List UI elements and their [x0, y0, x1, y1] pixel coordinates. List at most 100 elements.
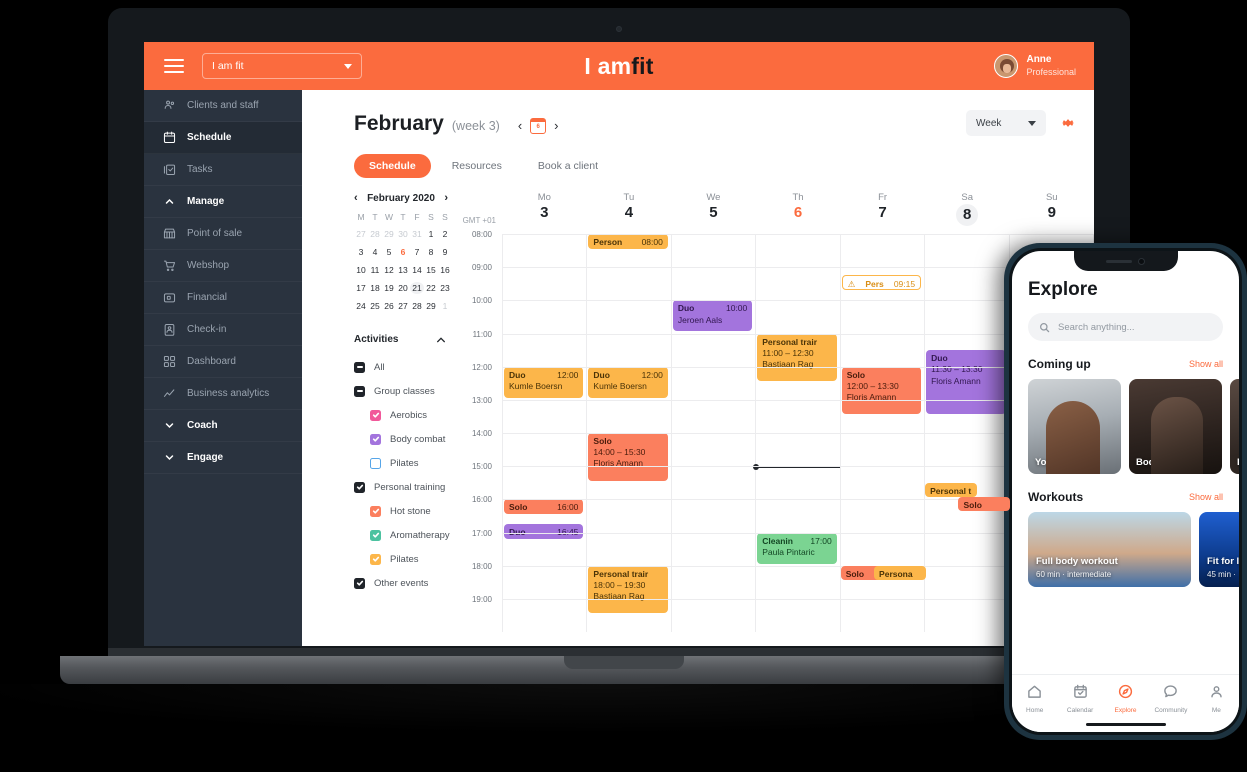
calendar-event[interactable]: Solo 16:00 [504, 499, 584, 514]
calendar-day-sa[interactable]: Sa 8 [925, 192, 1010, 234]
sidebar-item-schedule[interactable]: Schedule [144, 122, 302, 154]
activity-filter-all[interactable]: All [354, 355, 452, 379]
mini-cal-day[interactable]: 28 [410, 300, 424, 312]
mini-cal-day[interactable]: 1 [438, 300, 452, 312]
phone-nav-home[interactable]: Home [1012, 684, 1057, 714]
mini-cal-day[interactable]: 16 [438, 264, 452, 276]
calendar-event[interactable]: Persona [874, 565, 926, 581]
mini-cal-day[interactable]: 2 [438, 228, 452, 240]
calendar-day-tu[interactable]: Tu 4 [587, 192, 672, 234]
phone-nav-explore[interactable]: Explore [1103, 684, 1148, 714]
today-calendar-icon[interactable]: 6 [530, 117, 547, 134]
calendar-day-mo[interactable]: Mo 3 [502, 192, 587, 234]
activity-filter-aerobics[interactable]: Aerobics [354, 403, 452, 427]
calendar-event[interactable]: Personal trair 11:00 – 12:30 Bastiaan Rag [757, 333, 837, 382]
explore-card[interactable]: Yoga [1028, 379, 1121, 474]
mini-cal-day[interactable]: 29 [382, 228, 396, 240]
explore-card[interactable]: Body combat [1129, 379, 1222, 474]
mini-cal-day[interactable]: 17 [354, 282, 368, 294]
activity-filter-body-combat[interactable]: Body combat [354, 427, 452, 451]
mini-cal-day[interactable]: 24 [354, 300, 368, 312]
calendar-event[interactable]: Solo 14:00 – 15:30 Floris Amann [588, 433, 668, 481]
mini-cal-day[interactable]: 9 [438, 246, 452, 258]
calendar-event[interactable]: Duo 11:30 – 13:30 Floris Amann [926, 350, 1006, 415]
next-week-button[interactable]: › [554, 119, 558, 132]
calendar-event[interactable]: Personal trair 18:00 – 19:30 Bastiaan Rag [588, 565, 668, 614]
sidebar-item-point-of-sale[interactable]: Point of sale [144, 218, 302, 250]
mini-cal-prev-button[interactable]: ‹ [354, 192, 358, 204]
mini-cal-day[interactable]: 4 [368, 246, 382, 258]
tab-book-a-client[interactable]: Book a client [523, 154, 613, 178]
activity-filter-aromatherapy[interactable]: Aromatherapy [354, 523, 452, 547]
chevron-up-icon[interactable] [436, 335, 446, 345]
sidebar-item-tasks[interactable]: Tasks [144, 154, 302, 186]
mini-cal-day[interactable]: 27 [354, 228, 368, 240]
activity-filter-other-events[interactable]: Other events [354, 571, 452, 595]
calendar-event[interactable]: ⚠ Pers 09:15 [841, 275, 922, 291]
checkbox-checked[interactable] [370, 409, 381, 421]
mini-cal-next-button[interactable]: › [444, 192, 448, 204]
mini-cal-day[interactable]: 7 [410, 246, 424, 258]
mini-cal-day[interactable]: 6 [396, 246, 410, 258]
sidebar-item-webshop[interactable]: Webshop [144, 250, 302, 282]
activity-filter-pilates[interactable]: Pilates [354, 547, 452, 571]
mini-cal-day[interactable]: 19 [382, 282, 396, 294]
calendar-day-fr[interactable]: Fr 7 [840, 192, 925, 234]
activity-filter-hot-stone[interactable]: Hot stone [354, 499, 452, 523]
sidebar-item-manage[interactable]: Manage [144, 186, 302, 218]
activity-filter-group-classes[interactable]: Group classes [354, 379, 452, 403]
sidebar-item-coach[interactable]: Coach [144, 410, 302, 442]
gear-icon[interactable] [1060, 115, 1076, 131]
prev-week-button[interactable]: ‹ [518, 119, 522, 132]
workouts-show-all-link[interactable]: Show all [1189, 492, 1223, 502]
sidebar-item-dashboard[interactable]: Dashboard [144, 346, 302, 378]
workout-card[interactable]: Full body workout 60 min · intermediate [1028, 512, 1191, 587]
sidebar-item-check-in[interactable]: Check-in [144, 314, 302, 346]
mini-cal-day[interactable]: 5 [382, 246, 396, 258]
mini-cal-day[interactable]: 13 [396, 264, 410, 276]
range-selector[interactable]: Week [966, 110, 1046, 136]
calendar-event[interactable]: Duo 10:00 Jeroen Aals [672, 300, 753, 332]
mini-cal-day[interactable]: 11 [368, 264, 382, 276]
calendar-event[interactable]: Solo 12:00 – 13:30 Floris Amann [841, 366, 922, 415]
mini-cal-day[interactable]: 21 [410, 282, 424, 294]
mini-cal-day[interactable]: 25 [368, 300, 382, 312]
mini-cal-day[interactable]: 14 [410, 264, 424, 276]
coming-up-show-all-link[interactable]: Show all [1189, 359, 1223, 369]
mini-cal-day[interactable]: 10 [354, 264, 368, 276]
mini-cal-day[interactable]: 27 [396, 300, 410, 312]
checkbox-indeterminate[interactable] [354, 361, 365, 373]
calendar-event[interactable]: Person 08:00 [588, 234, 668, 249]
checkbox-checked[interactable] [370, 505, 381, 517]
calendar-event[interactable]: Duo 12:00 Kumle Boersn [504, 366, 584, 398]
explore-card[interactable]: B [1230, 379, 1239, 474]
mini-cal-day[interactable]: 29 [424, 300, 438, 312]
phone-nav-calendar[interactable]: Calendar [1057, 684, 1102, 714]
calendar-day-su[interactable]: Su 9 [1009, 192, 1094, 234]
tab-resources[interactable]: Resources [437, 154, 517, 178]
activity-filter-personal-training[interactable]: Personal training [354, 475, 452, 499]
sidebar-item-engage[interactable]: Engage [144, 442, 302, 474]
activity-filter-pilates[interactable]: Pilates [354, 451, 452, 475]
search-input[interactable]: Search anything... [1028, 313, 1223, 341]
mini-cal-day[interactable]: 28 [368, 228, 382, 240]
sidebar-item-business-analytics[interactable]: Business analytics [144, 378, 302, 410]
tab-schedule[interactable]: Schedule [354, 154, 431, 178]
checkbox-checked[interactable] [354, 481, 365, 493]
phone-nav-community[interactable]: Community [1148, 684, 1193, 714]
checkbox-indeterminate[interactable] [354, 385, 365, 397]
sidebar-item-clients-and-staff[interactable]: Clients and staff [144, 90, 302, 122]
checkbox-checked[interactable] [370, 553, 381, 565]
mini-cal-day[interactable]: 3 [354, 246, 368, 258]
calendar-event[interactable]: Duo 16:45 [504, 524, 584, 539]
mini-cal-day[interactable]: 12 [382, 264, 396, 276]
organisation-selector[interactable]: I am fit [202, 53, 362, 79]
mini-cal-day[interactable]: 15 [424, 264, 438, 276]
calendar-day-we[interactable]: We 5 [671, 192, 756, 234]
calendar-event[interactable]: Personal t [925, 482, 977, 498]
checkbox-unchecked[interactable] [370, 457, 381, 469]
checkbox-checked[interactable] [370, 529, 381, 541]
user-menu[interactable]: Anne Professional [994, 54, 1076, 78]
checkbox-checked[interactable] [370, 433, 381, 445]
checkbox-checked[interactable] [354, 577, 365, 589]
